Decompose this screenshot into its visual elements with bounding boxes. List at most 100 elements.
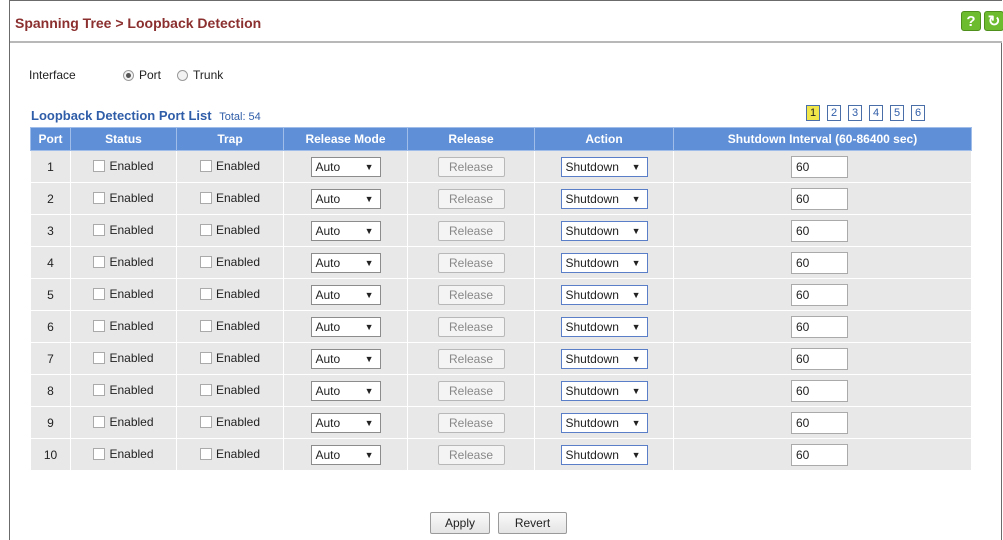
status-checkbox[interactable]: [93, 415, 106, 428]
shutdown-interval-input[interactable]: 60: [791, 443, 848, 466]
release-mode-value: Auto: [315, 223, 341, 238]
status-checkbox[interactable]: [93, 319, 106, 332]
status-checkbox[interactable]: [93, 447, 106, 460]
status-checkbox[interactable]: [93, 287, 106, 300]
revert-button[interactable]: Revert: [498, 512, 567, 534]
release-mode-select[interactable]: Auto ▼: [310, 412, 381, 433]
trap-toggle[interactable]: Enabled: [199, 319, 260, 333]
trap-checkbox[interactable]: [199, 383, 212, 396]
trap-label: Enabled: [215, 254, 261, 269]
port-radio[interactable]: [123, 69, 134, 81]
release-mode-select[interactable]: Auto ▼: [310, 188, 381, 209]
status-checkbox[interactable]: [93, 351, 106, 364]
trap-toggle[interactable]: Enabled: [199, 383, 260, 397]
action-select[interactable]: Shutdown ▼: [560, 444, 648, 465]
trap-checkbox[interactable]: [199, 447, 212, 460]
shutdown-interval-input[interactable]: 60: [791, 283, 848, 306]
trap-checkbox[interactable]: [199, 191, 212, 204]
release-button[interactable]: Release: [437, 412, 505, 433]
status-toggle[interactable]: Enabled: [93, 319, 154, 333]
status-checkbox[interactable]: [93, 191, 106, 204]
interface-selector: Interface Port Trunk: [29, 66, 223, 84]
release-button[interactable]: Release: [437, 316, 505, 337]
page-link-3[interactable]: 3: [848, 105, 862, 121]
release-mode-select[interactable]: Auto ▼: [310, 156, 381, 177]
dropdown-arrow-icon: ▼: [364, 449, 374, 460]
action-select[interactable]: Shutdown ▼: [560, 380, 648, 401]
status-toggle[interactable]: Enabled: [93, 415, 154, 429]
release-mode-select[interactable]: Auto ▼: [310, 220, 381, 241]
status-checkbox[interactable]: [93, 383, 106, 396]
status-toggle[interactable]: Enabled: [93, 351, 154, 365]
shutdown-interval-input[interactable]: 60: [791, 411, 848, 434]
shutdown-interval-input[interactable]: 60: [791, 187, 848, 210]
trap-toggle[interactable]: Enabled: [199, 351, 260, 365]
action-select[interactable]: Shutdown ▼: [560, 252, 648, 273]
trap-checkbox[interactable]: [199, 223, 212, 236]
shutdown-interval-input[interactable]: 60: [791, 219, 848, 242]
action-select[interactable]: Shutdown ▼: [560, 156, 648, 177]
shutdown-interval-input[interactable]: 60: [791, 315, 848, 338]
status-toggle[interactable]: Enabled: [93, 255, 154, 269]
shutdown-interval-input[interactable]: 60: [791, 347, 848, 370]
release-mode-select[interactable]: Auto ▼: [310, 380, 381, 401]
trap-checkbox[interactable]: [199, 287, 212, 300]
trunk-radio[interactable]: [177, 69, 189, 81]
dropdown-arrow-icon: ▼: [631, 193, 641, 204]
port-cell: 7: [30, 342, 71, 375]
release-button[interactable]: Release: [437, 252, 505, 273]
status-checkbox[interactable]: [93, 255, 106, 268]
trap-toggle[interactable]: Enabled: [199, 223, 260, 237]
action-select[interactable]: Shutdown ▼: [560, 220, 648, 241]
status-toggle[interactable]: Enabled: [93, 223, 154, 237]
trap-checkbox[interactable]: [199, 319, 212, 332]
release-button[interactable]: Release: [437, 188, 505, 209]
action-select[interactable]: Shutdown ▼: [560, 284, 648, 305]
trap-checkbox[interactable]: [199, 159, 212, 172]
action-select[interactable]: Shutdown ▼: [560, 188, 648, 209]
trap-cell: Enabled: [176, 182, 284, 215]
shutdown-interval-input[interactable]: 60: [791, 251, 848, 274]
status-checkbox[interactable]: [93, 223, 106, 236]
release-button[interactable]: Release: [437, 284, 505, 305]
page-link-5[interactable]: 5: [890, 105, 904, 121]
action-select[interactable]: Shutdown ▼: [560, 316, 648, 337]
status-toggle[interactable]: Enabled: [93, 159, 154, 173]
page-link-4[interactable]: 4: [869, 105, 883, 121]
release-button[interactable]: Release: [437, 156, 505, 177]
trap-toggle[interactable]: Enabled: [199, 254, 261, 269]
status-toggle[interactable]: Enabled: [93, 447, 154, 461]
shutdown-interval-input[interactable]: 60: [791, 155, 848, 178]
trap-toggle[interactable]: Enabled: [199, 415, 260, 429]
release-button[interactable]: Release: [437, 220, 505, 241]
release-button[interactable]: Release: [437, 444, 505, 465]
apply-button[interactable]: Apply: [430, 512, 490, 534]
action-select[interactable]: Shutdown ▼: [560, 412, 648, 433]
refresh-icon[interactable]: ↻: [984, 11, 1003, 31]
release-mode-select[interactable]: Auto ▼: [310, 444, 381, 465]
status-toggle[interactable]: Enabled: [93, 287, 154, 301]
action-select[interactable]: Shutdown ▼: [560, 348, 648, 369]
help-icon[interactable]: ?: [961, 11, 981, 31]
trap-checkbox[interactable]: [199, 415, 212, 428]
trap-toggle[interactable]: Enabled: [199, 447, 260, 461]
page-link-1[interactable]: 1: [806, 105, 820, 121]
status-checkbox[interactable]: [93, 159, 106, 172]
trap-checkbox[interactable]: [199, 351, 212, 364]
release-mode-select[interactable]: Auto ▼: [310, 348, 381, 369]
status-toggle[interactable]: Enabled: [93, 383, 154, 397]
release-mode-select[interactable]: Auto ▼: [310, 284, 381, 305]
status-toggle[interactable]: Enabled: [93, 191, 154, 205]
dropdown-arrow-icon: ▼: [364, 321, 374, 332]
trap-checkbox[interactable]: [199, 255, 212, 268]
release-button[interactable]: Release: [437, 348, 505, 369]
trap-toggle[interactable]: Enabled: [199, 287, 260, 301]
page-link-6[interactable]: 6: [911, 105, 925, 121]
trap-toggle[interactable]: Enabled: [199, 191, 260, 205]
release-mode-select[interactable]: Auto ▼: [310, 252, 381, 273]
page-link-2[interactable]: 2: [827, 105, 841, 121]
trap-toggle[interactable]: Enabled: [199, 159, 260, 173]
release-button[interactable]: Release: [437, 380, 505, 401]
release-mode-select[interactable]: Auto ▼: [310, 316, 381, 337]
shutdown-interval-input[interactable]: 60: [791, 379, 848, 402]
